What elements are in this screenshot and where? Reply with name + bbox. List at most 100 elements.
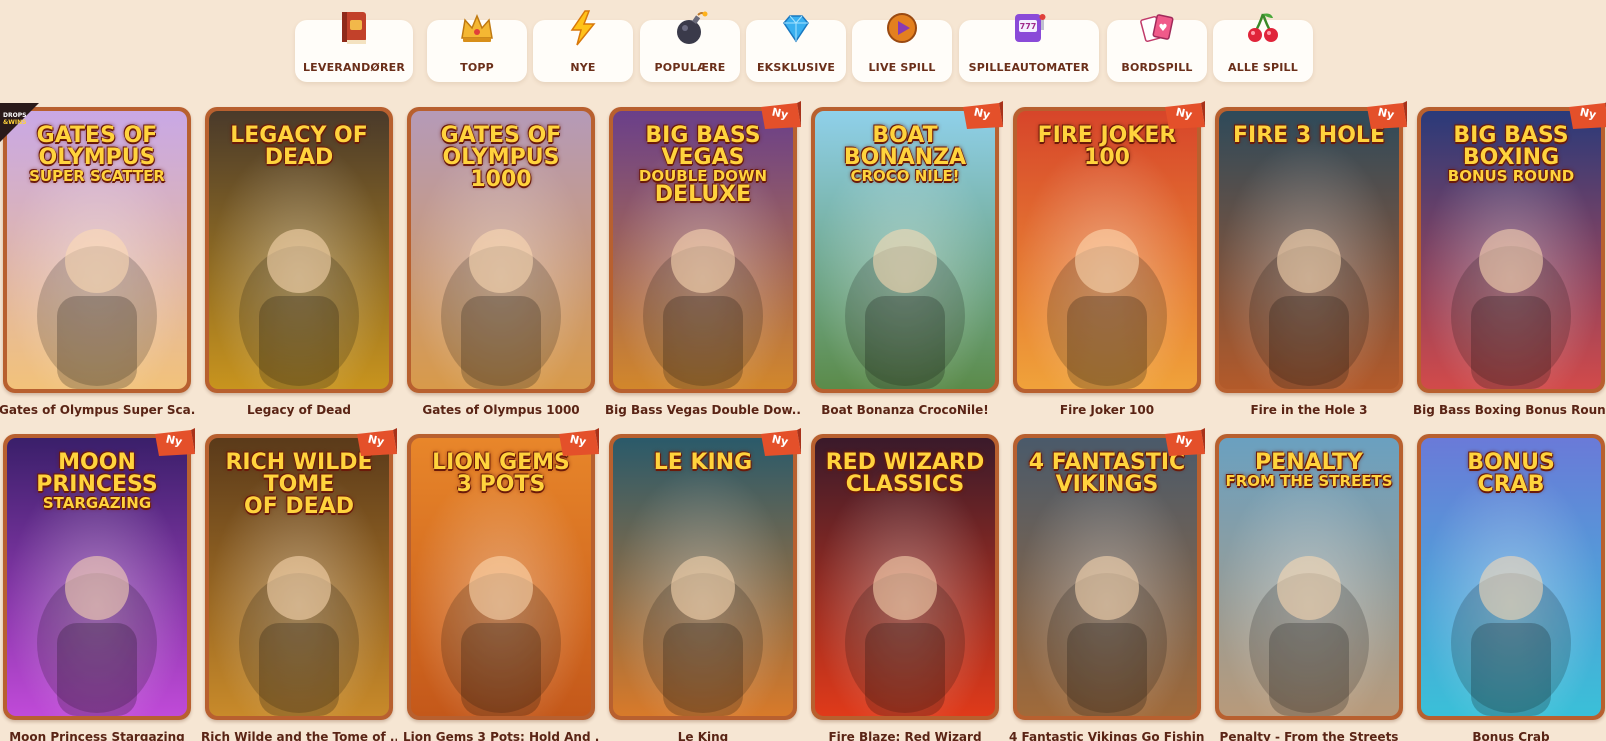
category-label: NYE bbox=[570, 61, 596, 74]
game-title[interactable]: Fire Blaze: Red Wizard bbox=[807, 730, 1003, 741]
game-card-frame: Gates of Olympus 1000 bbox=[407, 107, 595, 393]
game-thumbnail[interactable]: Big Bass Boxing Bonus Round bbox=[1421, 111, 1601, 389]
game-card-frame: Bonus Crab bbox=[1417, 434, 1605, 720]
game-title[interactable]: Big Bass Vegas Double Dow... bbox=[605, 403, 801, 417]
category-label: BORDSPILL bbox=[1121, 61, 1193, 74]
game-card[interactable]: Gates of Olympus Super Scatter DROPS &WINS Ga… bbox=[0, 103, 195, 417]
game-logo: Gates of Olympus 1000 bbox=[417, 125, 585, 191]
game-thumbnail[interactable]: Rich Wilde Tome of Dead bbox=[209, 438, 389, 716]
game-card[interactable]: Fire Joker 100 Ny Fire Joker 100 bbox=[1013, 101, 1205, 417]
game-card[interactable]: Red Wizard Classics Fire Blaze: Red Wizard bbox=[811, 434, 999, 741]
game-title[interactable]: Fire Joker 100 bbox=[1009, 403, 1205, 417]
game-title[interactable]: Rich Wilde and the Tome of ... bbox=[201, 730, 397, 741]
new-badge: Ny bbox=[151, 428, 197, 458]
svg-text:♥: ♥ bbox=[1159, 23, 1168, 34]
game-thumbnail[interactable]: Le King bbox=[613, 438, 793, 716]
game-logo: Fire Joker 100 bbox=[1023, 125, 1191, 169]
game-card-frame: 4 Fantastic Vikings bbox=[1013, 434, 1201, 720]
lightning-icon bbox=[563, 8, 603, 48]
game-thumbnail[interactable]: Gates of Olympus 1000 bbox=[411, 111, 591, 389]
game-card-frame: Big Bass Boxing Bonus Round bbox=[1417, 107, 1605, 393]
category-label: SPILLEAUTOMATER bbox=[968, 61, 1090, 74]
new-badge: Ny bbox=[555, 428, 601, 458]
game-logo: Moon Princess Stargazing bbox=[13, 452, 181, 511]
game-card-frame: Boat Bonanza Croco Nile! bbox=[811, 107, 999, 393]
game-card[interactable]: Bonus Crab Bonus Crab bbox=[1417, 434, 1605, 741]
category-bordspill[interactable]: ♥ BORDSPILL bbox=[1107, 14, 1207, 82]
game-title[interactable]: Moon Princess Stargazing bbox=[0, 730, 195, 741]
new-badge: Ny bbox=[1363, 101, 1409, 131]
game-card[interactable]: Fire 3 Hole Ny Fire in the Hole 3 bbox=[1215, 101, 1407, 417]
game-thumbnail[interactable]: Bonus Crab bbox=[1421, 438, 1601, 716]
game-thumbnail[interactable]: Boat Bonanza Croco Nile! bbox=[815, 111, 995, 389]
category-label: LIVE SPILL bbox=[868, 61, 936, 74]
diamond-icon bbox=[776, 8, 816, 48]
cards-icon: ♥ bbox=[1137, 8, 1177, 48]
category-populære[interactable]: POPULÆRE bbox=[640, 11, 740, 82]
game-title[interactable]: Fire in the Hole 3 bbox=[1211, 403, 1407, 417]
game-logo-line: Gates of Olympus bbox=[440, 123, 562, 170]
game-thumbnail[interactable]: Moon Princess Stargazing bbox=[7, 438, 187, 716]
game-thumbnail[interactable]: Gates of Olympus Super Scatter bbox=[7, 111, 187, 389]
game-thumbnail[interactable]: Fire Joker 100 bbox=[1017, 111, 1197, 389]
game-logo-line: Classics bbox=[845, 472, 965, 497]
game-card[interactable]: Moon Princess Stargazing Ny Moon Princess St… bbox=[3, 428, 195, 741]
game-card[interactable]: Lion Gems 3 Pots Ny Lion Gems 3 Pots: Hold … bbox=[403, 428, 599, 741]
game-card-frame: Red Wizard Classics bbox=[811, 434, 999, 720]
new-badge: Ny bbox=[1161, 101, 1207, 131]
game-card[interactable]: Gates of Olympus 1000 Gates of Olympus 100… bbox=[407, 107, 595, 417]
game-card[interactable]: Penalty From the Streets Penalty - From th… bbox=[1215, 434, 1403, 741]
game-logo-line: Legacy of Dead bbox=[230, 123, 368, 170]
game-logo: 4 Fantastic Vikings bbox=[1023, 452, 1191, 496]
game-card[interactable]: Le King Ny Le King bbox=[609, 428, 801, 741]
game-card[interactable]: 4 Fantastic Vikings Ny 4 Fantastic Vikings … bbox=[1009, 428, 1205, 741]
category-label: POPULÆRE bbox=[654, 61, 726, 74]
game-title[interactable]: Le King bbox=[605, 730, 801, 741]
game-logo-line: Bonus Round bbox=[1447, 167, 1575, 185]
game-title[interactable]: Penalty - From the Streets bbox=[1211, 730, 1407, 741]
game-logo-line: Tome bbox=[263, 472, 335, 497]
game-title[interactable]: Bonus Crab bbox=[1413, 730, 1606, 741]
category-leverandører[interactable]: LEVERANDØRER bbox=[295, 12, 413, 82]
game-logo-line: Deluxe bbox=[654, 182, 752, 207]
game-thumbnail[interactable]: Penalty From the Streets bbox=[1219, 438, 1399, 716]
svg-text:777: 777 bbox=[1020, 22, 1037, 31]
play-icon bbox=[882, 8, 922, 48]
game-card[interactable]: Rich Wilde Tome of Dead Ny Rich Wilde and th… bbox=[201, 428, 397, 741]
category-eksklusive[interactable]: EKSKLUSIVE bbox=[746, 15, 846, 82]
new-badge: Ny bbox=[1161, 428, 1207, 458]
game-card[interactable]: Boat Bonanza Croco Nile! Ny Boat Bonanza Cro… bbox=[811, 101, 1003, 417]
category-nye[interactable]: NYE bbox=[533, 10, 633, 82]
drops-and-wins-icon: DROPS &WINS bbox=[0, 103, 39, 143]
game-card-frame: Le King bbox=[609, 434, 797, 720]
game-thumbnail[interactable]: Fire 3 Hole bbox=[1219, 111, 1399, 389]
game-title[interactable]: Lion Gems 3 Pots: Hold And ... bbox=[403, 730, 599, 741]
game-thumbnail[interactable]: Red Wizard Classics bbox=[815, 438, 995, 716]
game-title[interactable]: Gates of Olympus 1000 bbox=[403, 403, 599, 417]
game-logo-line: Princess bbox=[36, 472, 158, 497]
game-card-frame: Big Bass Vegas Double Down Deluxe bbox=[609, 107, 797, 393]
game-title[interactable]: Big Bass Boxing Bonus Round bbox=[1413, 403, 1606, 417]
game-logo: Big Bass Vegas Double Down Deluxe bbox=[619, 125, 787, 206]
game-logo-line: Vikings bbox=[1055, 472, 1159, 497]
game-logo-line: Red Wizard bbox=[825, 450, 985, 475]
game-card[interactable]: Legacy of Dead Legacy of Dead bbox=[205, 107, 393, 417]
game-card[interactable]: Big Bass Boxing Bonus Round Ny Big Bass Boxi… bbox=[1413, 102, 1606, 417]
category-spilleautomater[interactable]: 777 SPILLEAUTOMATER bbox=[959, 14, 1099, 82]
game-title[interactable]: 4 Fantastic Vikings Go Fishing bbox=[1009, 730, 1205, 741]
game-thumbnail[interactable]: 4 Fantastic Vikings bbox=[1017, 438, 1197, 716]
game-thumbnail[interactable]: Legacy of Dead bbox=[209, 111, 389, 389]
game-thumbnail[interactable]: Lion Gems 3 Pots bbox=[411, 438, 591, 716]
category-topp[interactable]: TOPP bbox=[427, 14, 527, 82]
game-title[interactable]: Legacy of Dead bbox=[201, 403, 397, 417]
game-thumbnail[interactable]: Big Bass Vegas Double Down Deluxe bbox=[613, 111, 793, 389]
game-card-frame: Lion Gems 3 Pots bbox=[407, 434, 595, 720]
game-title[interactable]: Boat Bonanza CrocoNile! bbox=[807, 403, 1003, 417]
category-live-spill[interactable]: LIVE SPILL bbox=[852, 13, 952, 82]
game-card[interactable]: Big Bass Vegas Double Down Deluxe Ny Big Bass… bbox=[605, 101, 801, 417]
game-title[interactable]: Gates of Olympus Super Sca... bbox=[0, 403, 195, 417]
game-logo-line: Croco Nile! bbox=[850, 167, 960, 185]
cherries-icon bbox=[1243, 8, 1283, 48]
new-badge: Ny bbox=[1565, 101, 1606, 131]
category-alle-spill[interactable]: ALLE SPILL bbox=[1213, 13, 1313, 82]
